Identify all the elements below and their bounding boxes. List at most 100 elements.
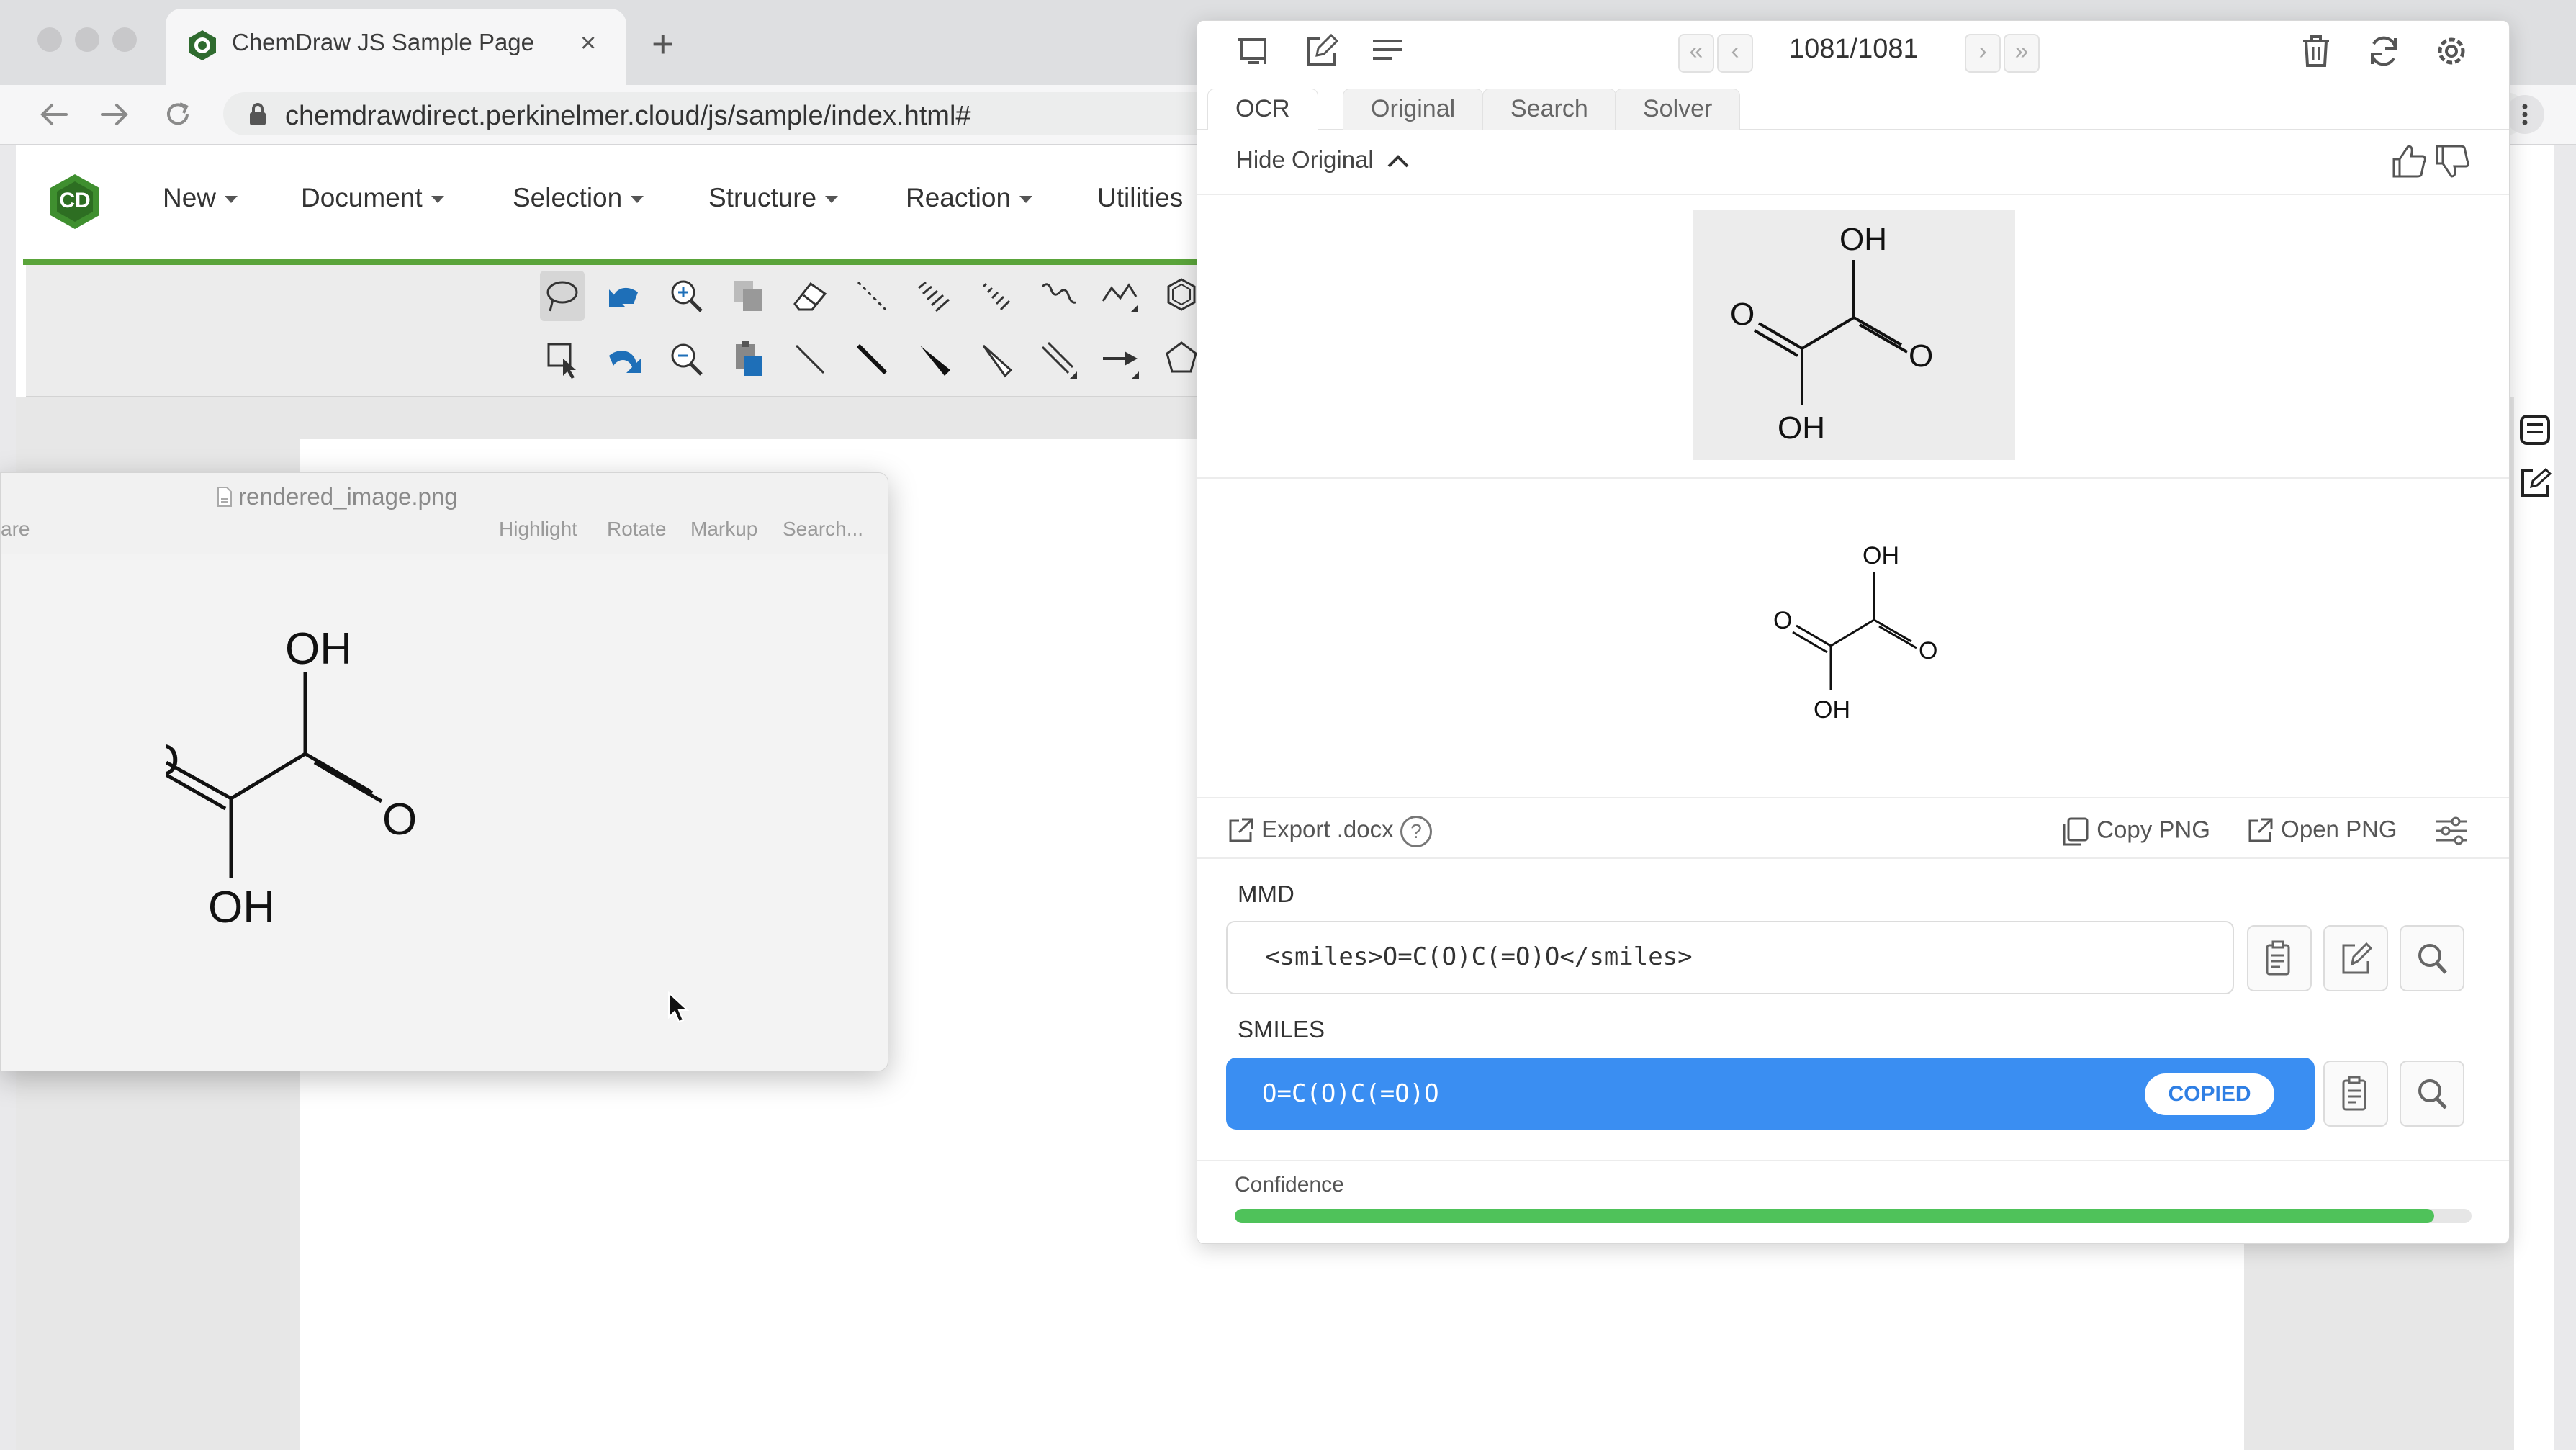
tab-close-icon[interactable]: × (580, 29, 596, 58)
external-link-icon (2248, 818, 2273, 842)
mmd-field[interactable]: <smiles>O=C(O)C(=O)O</smiles> (1226, 921, 2234, 994)
bold-bond-tool[interactable] (850, 334, 894, 384)
smiles-value: O=C(O)C(=O)O (1262, 1079, 1439, 1108)
chain-tool[interactable] (1097, 271, 1142, 321)
menu-new-label: New (163, 183, 217, 212)
arrow-tool[interactable] (1097, 334, 1142, 384)
atom-label-oh-top: OH (1863, 542, 1899, 569)
tab-search[interactable]: Search (1482, 89, 1616, 130)
mmd-copy-button[interactable] (2247, 925, 2312, 991)
single-bond-tool[interactable] (788, 334, 832, 384)
external-link-icon (1229, 818, 1253, 842)
back-arrow-icon[interactable] (37, 99, 71, 130)
highlight-button[interactable]: Highlight (499, 518, 577, 541)
thumbs-down-icon[interactable] (2433, 142, 2472, 181)
atom-label-o-left: O (166, 736, 179, 785)
thumbs-up-icon[interactable] (2390, 142, 2428, 181)
atom-label-oh-bottom: OH (1814, 696, 1850, 724)
rotate-button[interactable]: Rotate (607, 518, 667, 541)
first-page-button[interactable]: « (1678, 34, 1714, 73)
tab-original[interactable]: Original (1343, 89, 1484, 130)
menu-reaction[interactable]: Reaction (906, 183, 1033, 213)
redo-icon (609, 351, 641, 373)
refresh-icon[interactable] (2364, 31, 2404, 71)
gear-icon[interactable] (2431, 31, 2472, 71)
last-page-button[interactable]: » (2004, 34, 2040, 73)
copy-tool[interactable] (726, 271, 770, 321)
confidence-bar (1235, 1209, 2472, 1223)
new-tab-button[interactable]: + (652, 24, 675, 63)
forward-arrow-icon[interactable] (98, 99, 131, 130)
browser-menu-button[interactable] (2505, 95, 2544, 134)
divider (1197, 477, 2509, 479)
crop-snip-icon[interactable] (1233, 31, 1274, 71)
clipboard-icon (2266, 940, 2290, 976)
tab-title: ChemDraw JS Sample Page (232, 29, 535, 55)
window-close-control[interactable] (37, 27, 62, 52)
atom-label-o-left: O (1730, 297, 1755, 332)
hide-original-toggle[interactable]: Hide Original (1236, 146, 1410, 174)
copy-png-button[interactable]: Copy PNG (2061, 816, 2210, 847)
smiles-field[interactable]: O=C(O)C(=O)O COPIED (1226, 1058, 2315, 1130)
menu-new[interactable]: New (163, 183, 238, 213)
menu-document[interactable]: Document (301, 183, 444, 213)
wavy-bond-icon (1041, 283, 1076, 304)
preview-molecule: OH O O OH (166, 624, 417, 932)
list-menu-icon[interactable] (1367, 31, 1408, 71)
menu-utilities[interactable]: Utilities (1097, 183, 1183, 213)
mmd-search-button[interactable] (2400, 925, 2464, 991)
hashed-bond-tool[interactable] (911, 271, 956, 321)
panel-toggle-icon[interactable] (2518, 413, 2552, 446)
lasso-icon (546, 281, 578, 312)
lasso-tool[interactable] (540, 271, 585, 321)
window-zoom-control[interactable] (112, 27, 137, 52)
original-molecule: OH O O OH (1730, 222, 1933, 446)
search-button[interactable]: Search... (783, 518, 863, 541)
prev-page-button[interactable]: ‹ (1717, 34, 1753, 73)
reload-icon[interactable] (161, 98, 194, 131)
settings-sliders-icon[interactable] (2433, 813, 2470, 849)
window-minimize-control[interactable] (75, 27, 99, 52)
dashed-bond-tool[interactable] (850, 271, 894, 321)
share-button[interactable]: are (1, 518, 30, 541)
edit-icon[interactable] (2518, 467, 2552, 500)
eraser-tool[interactable] (788, 271, 832, 321)
edit-note-icon[interactable] (1301, 31, 1341, 71)
browser-tab[interactable]: ChemDraw JS Sample Page × (166, 9, 626, 85)
wedge-bond-tool[interactable] (911, 334, 956, 384)
export-docx-button[interactable]: Export .docx (1226, 816, 1394, 845)
clipboard-icon (2342, 1076, 2366, 1111)
open-png-button[interactable]: Open PNG (2246, 816, 2397, 845)
action-row: Export .docx ? Copy PNG Open PNG (1197, 798, 2509, 857)
smiles-label: SMILES (1238, 1016, 1325, 1043)
menu-structure[interactable]: Structure (708, 183, 839, 213)
atom-label-o-left: O (1773, 607, 1792, 634)
hashed-wedge-tool[interactable] (973, 271, 1018, 321)
redo-tool[interactable] (602, 334, 647, 384)
rendered-molecule-svg: OH O O OH (1773, 542, 1937, 724)
help-icon[interactable]: ? (1400, 816, 1432, 847)
trash-icon[interactable] (2296, 31, 2336, 71)
hollow-wedge-tool[interactable] (973, 334, 1018, 384)
tab-solver[interactable]: Solver (1615, 89, 1741, 130)
mmd-edit-button[interactable] (2323, 925, 2388, 991)
next-page-button[interactable]: › (1965, 34, 2001, 73)
markup-button[interactable]: Markup (690, 518, 757, 541)
original-image: OH O O OH (1693, 210, 2015, 460)
zoom-in-tool[interactable] (664, 271, 708, 321)
undo-tool[interactable] (602, 271, 647, 321)
zoom-out-tool[interactable] (664, 334, 708, 384)
search-icon (2418, 1079, 2447, 1109)
marquee-select-tool[interactable] (540, 334, 585, 384)
tab-ocr[interactable]: OCR (1207, 89, 1318, 130)
right-side-strip (2514, 253, 2554, 1450)
smiles-copy-button[interactable] (2323, 1061, 2388, 1127)
menu-selection[interactable]: Selection (513, 183, 644, 213)
atom-label-oh-top: OH (285, 624, 352, 674)
paste-tool[interactable] (726, 334, 770, 384)
wavy-bond-tool[interactable] (1035, 271, 1080, 321)
page-counter: 1081/1081 (1789, 34, 1919, 64)
double-bond-tool[interactable] (1035, 334, 1080, 384)
panel-toolbar: « ‹ 1081/1081 › » (1197, 21, 2509, 81)
smiles-search-button[interactable] (2400, 1061, 2464, 1127)
